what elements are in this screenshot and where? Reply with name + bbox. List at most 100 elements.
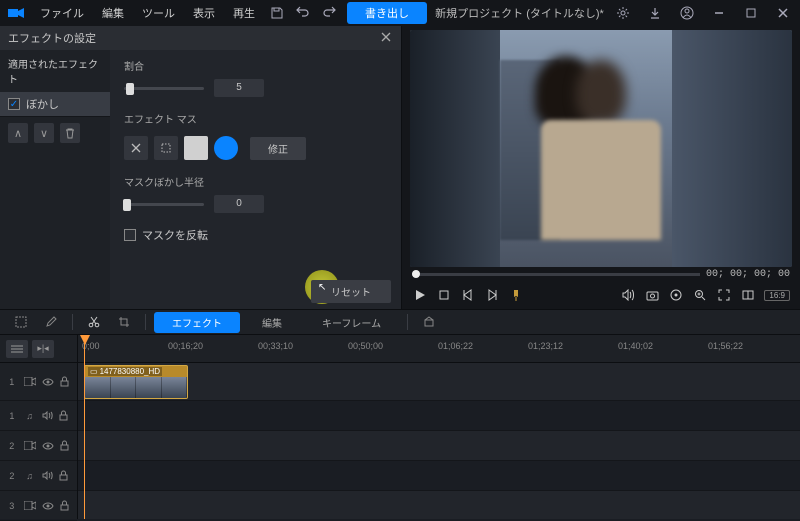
next-frame-button[interactable]: [484, 287, 500, 303]
close-button[interactable]: [772, 2, 794, 24]
radius-slider[interactable]: [124, 203, 204, 206]
selection-tool-icon[interactable]: [8, 312, 34, 332]
stop-button[interactable]: [436, 287, 452, 303]
volume-icon[interactable]: [620, 287, 636, 303]
move-down-button[interactable]: ∨: [34, 123, 54, 143]
aspect-badge[interactable]: 16:9: [764, 290, 790, 301]
quality-icon[interactable]: [668, 287, 684, 303]
menu-file[interactable]: ファイル: [32, 2, 92, 24]
play-button[interactable]: [412, 287, 428, 303]
menu-bar: ファイル 編集 ツール 表示 再生 書き出し 新規プロジェクト (タイトルなし)…: [0, 0, 800, 26]
lock-icon[interactable]: [59, 410, 71, 421]
playhead[interactable]: [84, 335, 85, 519]
export-button[interactable]: 書き出し: [347, 2, 427, 24]
effect-checkbox[interactable]: [8, 98, 20, 110]
amount-slider[interactable]: [124, 87, 204, 90]
tab-edit[interactable]: 編集: [244, 312, 300, 333]
account-icon[interactable]: [676, 2, 698, 24]
snapshot-icon[interactable]: [644, 287, 660, 303]
track-header-audio-1[interactable]: 1 ♫: [0, 401, 77, 431]
layout-icon[interactable]: [740, 287, 756, 303]
panel-close-button[interactable]: [377, 28, 395, 46]
track-lane-audio-1[interactable]: [78, 401, 800, 431]
lock-icon[interactable]: [60, 376, 72, 387]
menu-tools[interactable]: ツール: [134, 2, 183, 24]
scrub-thumb[interactable]: [412, 270, 420, 278]
zoom-icon[interactable]: [692, 287, 708, 303]
preview-controls: 16:9: [410, 281, 792, 309]
lock-icon[interactable]: [60, 500, 72, 511]
video-track-icon: [24, 377, 36, 386]
track-number: 1: [6, 411, 18, 421]
amount-label: 割合: [124, 58, 387, 73]
track-lane-audio-2[interactable]: [78, 461, 800, 491]
track-header-video-1[interactable]: 1: [0, 363, 77, 401]
delete-effect-button[interactable]: [60, 123, 80, 143]
marker-tool-icon[interactable]: [416, 312, 442, 332]
prev-frame-button[interactable]: [460, 287, 476, 303]
undo-icon[interactable]: [291, 3, 315, 23]
settings-icon[interactable]: [612, 2, 634, 24]
track-lane-video-1[interactable]: ▭1477830880_HD: [78, 363, 800, 401]
track-lane-video-3[interactable]: [78, 491, 800, 519]
maximize-button[interactable]: [740, 2, 762, 24]
preview-panel: 00; 00; 00; 00 16:9: [402, 26, 800, 309]
video-track-icon: [24, 501, 36, 510]
minimize-button[interactable]: [708, 2, 730, 24]
clip-label: 1477830880_HD: [100, 367, 161, 376]
preview-video[interactable]: [410, 30, 792, 267]
ruler-mark: 01;40;02: [618, 341, 653, 351]
mute-icon[interactable]: [42, 411, 54, 420]
main-area: エフェクトの設定 適用されたエフェクト ぼかし ∧ ∨: [0, 26, 800, 309]
fullscreen-icon[interactable]: [716, 287, 732, 303]
mask-modify-button[interactable]: 修正: [250, 137, 306, 160]
download-icon[interactable]: [644, 2, 666, 24]
redo-icon[interactable]: [317, 3, 341, 23]
clip-type-icon: ▭: [90, 367, 98, 376]
reset-button[interactable]: リセット: [311, 280, 391, 303]
menu-edit[interactable]: 編集: [94, 2, 132, 24]
marker-button[interactable]: [508, 287, 524, 303]
scrub-track[interactable]: [412, 273, 700, 276]
effect-properties: 割合 5 エフェクト マス 修正: [110, 50, 401, 309]
mask-rect-button[interactable]: [184, 136, 208, 160]
track-view-button[interactable]: [6, 340, 28, 358]
video-clip[interactable]: ▭1477830880_HD: [84, 365, 188, 399]
ruler-mark: 00;16;20: [168, 341, 203, 351]
invert-mask-label: マスクを反転: [142, 227, 208, 243]
crop-tool-icon[interactable]: [111, 312, 137, 332]
mute-icon[interactable]: [42, 471, 54, 480]
effect-settings-panel: エフェクトの設定 適用されたエフェクト ぼかし ∧ ∨: [0, 26, 402, 309]
mask-none-button[interactable]: [124, 136, 148, 160]
lock-icon[interactable]: [59, 470, 71, 481]
track-snap-button[interactable]: ▸|◂: [32, 340, 54, 358]
radius-label: マスクぼかし半径: [124, 174, 387, 189]
tab-effects[interactable]: エフェクト: [154, 312, 240, 333]
cut-tool-icon[interactable]: [81, 312, 107, 332]
mask-ellipse-button[interactable]: [214, 136, 238, 160]
timeline-toolbar: エフェクト 編集 キーフレーム: [0, 309, 800, 335]
track-header-video-2[interactable]: 2: [0, 431, 77, 461]
mask-freeform-button[interactable]: [154, 136, 178, 160]
visibility-icon[interactable]: [42, 378, 54, 386]
track-lane-video-2[interactable]: [78, 431, 800, 461]
move-up-button[interactable]: ∧: [8, 123, 28, 143]
timeline-ruler[interactable]: 0;00 00;16;20 00;33;10 00;50;00 01;06;22…: [78, 335, 800, 363]
radius-value[interactable]: 0: [214, 195, 264, 213]
audio-track-icon: ♫: [24, 411, 36, 421]
amount-value[interactable]: 5: [214, 79, 264, 97]
tab-keyframe[interactable]: キーフレーム: [304, 312, 399, 333]
visibility-icon[interactable]: [42, 502, 54, 510]
timeline-content[interactable]: 0;00 00;16;20 00;33;10 00;50;00 01;06;22…: [78, 335, 800, 519]
menu-play[interactable]: 再生: [225, 2, 263, 24]
effect-item-blur[interactable]: ぼかし: [0, 92, 110, 117]
save-icon[interactable]: [265, 3, 289, 23]
invert-mask-checkbox[interactable]: [124, 229, 136, 241]
track-header-audio-2[interactable]: 2 ♫: [0, 461, 77, 491]
pen-tool-icon[interactable]: [38, 312, 64, 332]
lock-icon[interactable]: [60, 440, 72, 451]
visibility-icon[interactable]: [42, 442, 54, 450]
ruler-mark: 01;06;22: [438, 341, 473, 351]
menu-view[interactable]: 表示: [185, 2, 223, 24]
track-header-video-3[interactable]: 3: [0, 491, 77, 521]
